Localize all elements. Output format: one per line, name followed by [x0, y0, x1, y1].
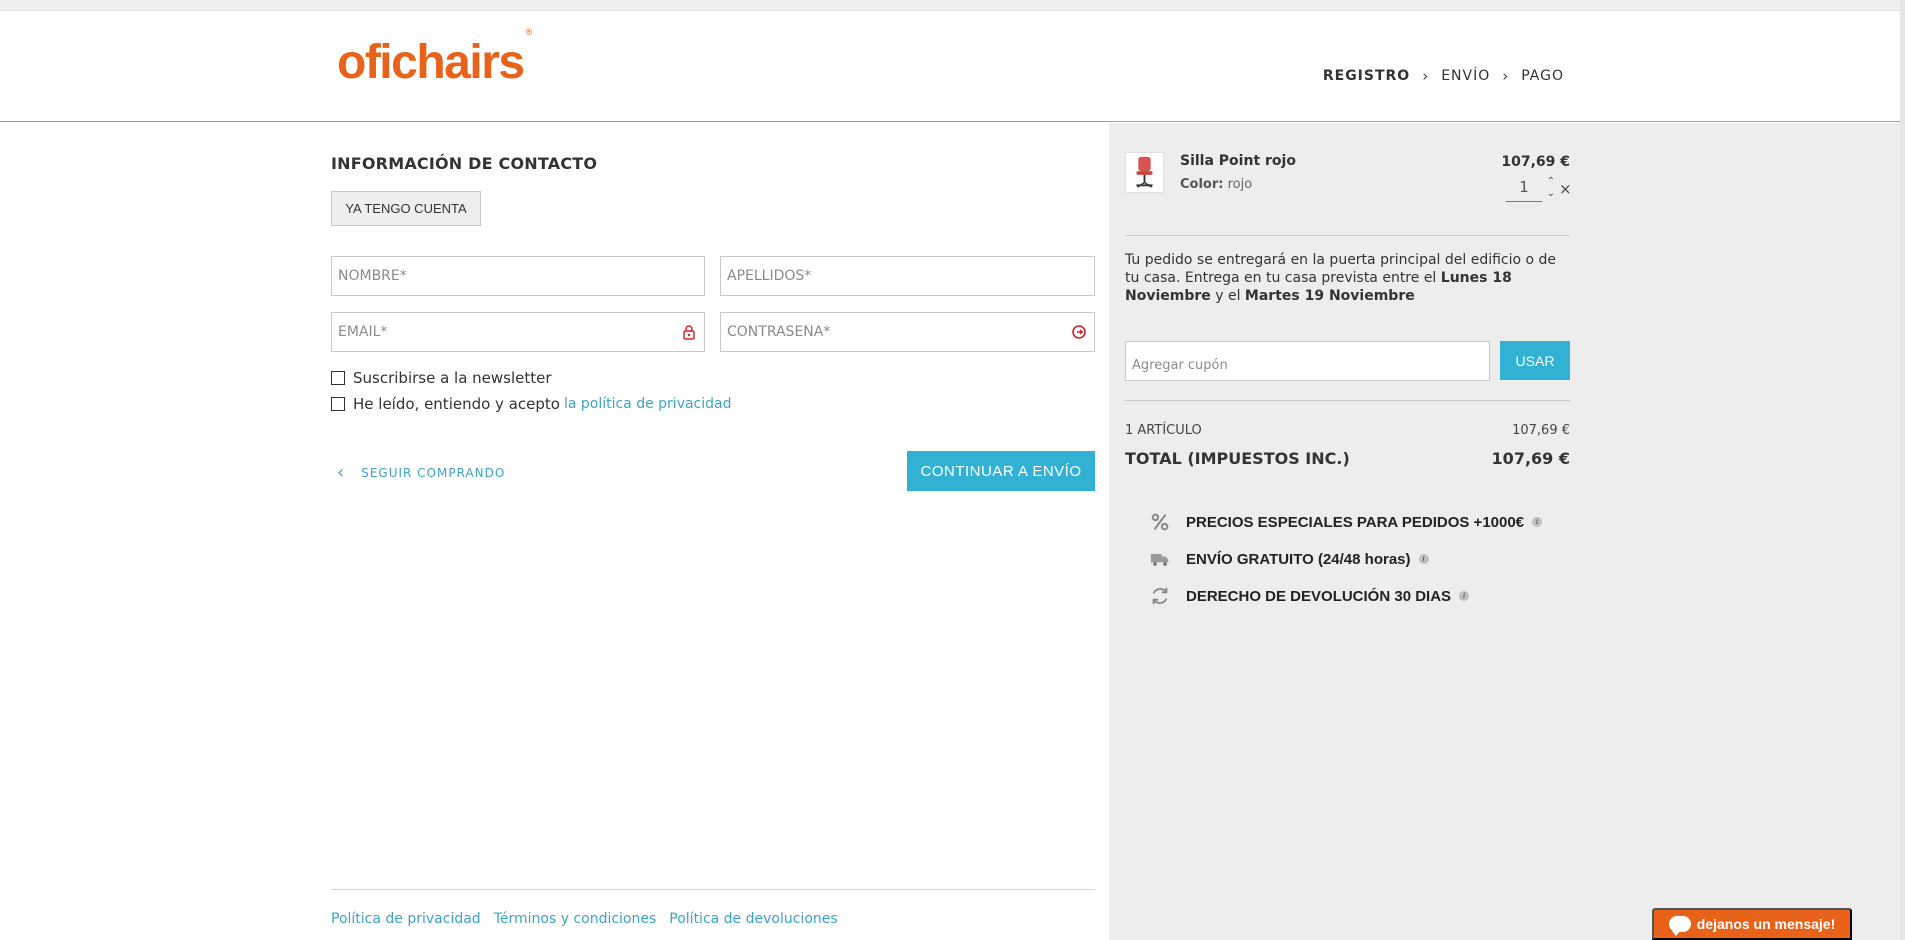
checkout-header: ofichairs® REGISTRO › ENVÍO › PAGO	[0, 11, 1900, 122]
continue-shopping-link[interactable]: ‹ SEGUIR COMPRANDO	[337, 462, 505, 483]
feature-label: PRECIOS ESPECIALES PARA PEDIDOS +1000€	[1186, 513, 1525, 531]
footer-returns-link[interactable]: Política de devoluciones	[669, 911, 837, 927]
product-name[interactable]: Silla Point rojo	[1180, 153, 1296, 169]
surname-input[interactable]	[721, 257, 1094, 295]
step-envio: ENVÍO	[1441, 68, 1491, 84]
total-label: TOTAL (IMPUESTOS INC.)	[1125, 449, 1350, 468]
sidebar-divider	[1125, 400, 1570, 401]
product-thumbnail[interactable]	[1125, 152, 1164, 193]
feature-returns: DERECHO DE DEVOLUCIÓN 30 DIAS i	[1148, 584, 1470, 608]
color-label: Color:	[1180, 177, 1224, 192]
feature-special-prices: PRECIOS ESPECIALES PARA PEDIDOS +1000€ i	[1148, 510, 1543, 534]
email-field[interactable]	[331, 312, 705, 352]
checkout-steps: REGISTRO › ENVÍO › PAGO	[1323, 67, 1564, 85]
truck-icon	[1148, 547, 1172, 571]
footer-terms-link[interactable]: Términos y condiciones	[494, 911, 657, 927]
privacy-policy-link[interactable]: la política de privacidad	[564, 396, 732, 412]
continue-to-shipping-button[interactable]: CONTINUAR A ENVÍO	[907, 451, 1095, 491]
browser-top-strip	[0, 0, 1905, 11]
ofichairs-logo[interactable]: ofichairs®	[337, 28, 532, 87]
sidebar-divider	[1125, 235, 1570, 236]
percent-icon	[1148, 510, 1172, 534]
remove-item-icon[interactable]: ×	[1559, 180, 1572, 198]
name-input[interactable]	[332, 257, 704, 295]
delivery-info: Tu pedido se entregará en la puerta prin…	[1125, 251, 1570, 305]
item-count-label: 1 ARTÍCULO	[1125, 423, 1202, 438]
chat-label: dejanos un mensaje!	[1696, 916, 1836, 932]
privacy-checkbox[interactable]	[331, 397, 345, 411]
delivery-text-joiner: y el	[1215, 288, 1241, 304]
lock-icon	[683, 325, 695, 340]
name-field[interactable]	[331, 256, 705, 296]
password-field[interactable]	[720, 312, 1095, 352]
product-price: 107,69 €	[1501, 154, 1570, 170]
footer-links: Política de privacidad Términos y condic…	[331, 911, 838, 927]
info-icon[interactable]: i	[1418, 554, 1429, 564]
password-input[interactable]	[721, 313, 1094, 351]
feature-label: ENVÍO GRATUITO (24/48 horas)	[1186, 550, 1411, 568]
total-value: 107,69 €	[1491, 449, 1570, 468]
newsletter-checkbox[interactable]	[331, 371, 345, 385]
subtotal-value: 107,69 €	[1512, 423, 1570, 438]
footer-privacy-link[interactable]: Política de privacidad	[331, 911, 481, 927]
product-color: Color: rojo	[1180, 177, 1252, 192]
chevron-right-icon: ›	[1502, 67, 1510, 85]
contact-section-title: INFORMACIÓN DE CONTACTO	[331, 154, 598, 173]
color-value: rojo	[1227, 177, 1253, 192]
chat-button[interactable]: dejanos un mensaje!	[1652, 908, 1852, 940]
increment-icon[interactable]: ⌃	[1545, 176, 1557, 188]
decrement-icon[interactable]: ⌄	[1545, 188, 1557, 200]
window-right-edge	[1900, 0, 1905, 940]
quantity-stepper[interactable]: ⌃ ⌄	[1545, 176, 1557, 202]
apply-coupon-button[interactable]: USAR	[1500, 341, 1570, 380]
chat-bubble-icon	[1668, 916, 1691, 936]
already-have-account-button[interactable]: YA TENGO CUENTA	[331, 191, 481, 226]
registered-mark: ®	[525, 27, 533, 37]
delivery-date-end: Martes 19 Noviembre	[1244, 288, 1415, 304]
footer-divider	[331, 889, 1095, 890]
continue-shopping-label: SEGUIR COMPRANDO	[361, 465, 506, 480]
surname-field[interactable]	[720, 256, 1095, 296]
return-icon	[1148, 584, 1172, 608]
quantity-input[interactable]: 1	[1506, 178, 1542, 202]
newsletter-label: Suscribirse a la newsletter	[353, 369, 552, 387]
feature-free-shipping: ENVÍO GRATUITO (24/48 horas) i	[1148, 547, 1429, 571]
info-icon[interactable]: i	[1532, 517, 1543, 527]
chair-image	[1136, 156, 1153, 188]
chevron-right-icon: ›	[1422, 67, 1430, 85]
privacy-label: He leído, entiendo y acepto	[353, 395, 560, 413]
coupon-input[interactable]	[1126, 342, 1489, 380]
newsletter-option[interactable]: Suscribirse a la newsletter	[331, 369, 552, 387]
password-manager-icon[interactable]	[1071, 324, 1087, 340]
email-input[interactable]	[332, 313, 704, 351]
privacy-option[interactable]: He leído, entiendo y acepto la política …	[331, 395, 732, 413]
info-icon[interactable]: i	[1459, 591, 1470, 601]
coupon-field[interactable]	[1125, 341, 1490, 381]
chevron-left-icon: ‹	[337, 462, 346, 483]
step-registro: REGISTRO	[1322, 68, 1411, 84]
step-pago: PAGO	[1521, 68, 1564, 84]
feature-label: DERECHO DE DEVOLUCIÓN 30 DIAS	[1186, 587, 1452, 605]
